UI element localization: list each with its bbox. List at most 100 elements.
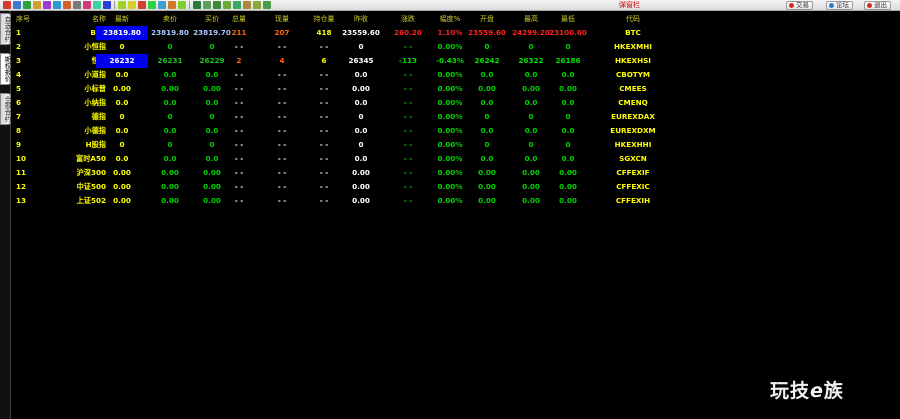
table-row[interactable]: 2 小恒指 0 0 0- -- -- -0- -0.00% 0 0 0 HKEXMHI bbox=[12, 40, 900, 54]
toolbar-tool-icon[interactable] bbox=[83, 1, 91, 9]
toolbar-tool-icon[interactable] bbox=[53, 1, 61, 9]
forum-button[interactable]: 论坛 bbox=[826, 1, 853, 10]
toolbar-tool-icon[interactable] bbox=[3, 1, 11, 9]
cell-code: HKEXMHI bbox=[614, 42, 652, 51]
header-no[interactable]: 序号 bbox=[16, 12, 36, 26]
toolbar-tool-icon[interactable] bbox=[33, 1, 41, 9]
exit-button-label: 退出 bbox=[874, 1, 887, 9]
header-last[interactable]: 最新 bbox=[96, 12, 148, 26]
watermark-text-e: e bbox=[810, 380, 824, 402]
cell-open: 0 bbox=[484, 140, 490, 149]
header-volume[interactable]: 总量 bbox=[219, 12, 259, 26]
header-change[interactable]: 涨跌 bbox=[388, 12, 428, 26]
cell-last: 0.0 bbox=[115, 98, 129, 107]
toolbar-tool-icon[interactable] bbox=[203, 1, 211, 9]
toolbar-tool-icon[interactable] bbox=[223, 1, 231, 9]
cell-prev: 0.00 bbox=[352, 182, 370, 191]
cell-code: CBOTYM bbox=[615, 70, 651, 79]
toolbar-tool-icon[interactable] bbox=[93, 1, 101, 9]
toolbar-tool-icon[interactable] bbox=[253, 1, 261, 9]
cell-no: 6 bbox=[16, 98, 22, 107]
cell-no: 8 bbox=[16, 126, 22, 135]
tab-quotes[interactable]: 期权报价 bbox=[0, 53, 11, 85]
toolbar: 弹窗栏 交易 论坛 退出 bbox=[0, 0, 900, 11]
toolbar-tool-icon[interactable] bbox=[233, 1, 241, 9]
cell-code: EUREXDAX bbox=[611, 112, 655, 121]
cell-open: 0.00 bbox=[478, 168, 496, 177]
trade-button[interactable]: 交易 bbox=[786, 1, 813, 10]
table-row[interactable]: 1BTC23819.8023819.8023819.70211207418235… bbox=[12, 26, 900, 40]
watermark-text-b: 族 bbox=[823, 380, 844, 402]
toolbar-tool-icon[interactable] bbox=[263, 1, 271, 9]
table-row[interactable]: 10 富时A50 0.0 0.0 0.0- -- -- -0.0- -0.00% 0.0 0… bbox=[12, 152, 900, 166]
table-row[interactable]: 5 小标普 0.00 0.00 0.00- -- -- -0.00- -0.00% 0.0… bbox=[12, 82, 900, 96]
cell-last: 0.0 bbox=[115, 154, 129, 163]
cell-open: 0.00 bbox=[478, 84, 496, 93]
table-row[interactable]: 3恒指26232262312622924626345-113-0.43%2624… bbox=[12, 54, 900, 68]
toolbar-tool-icon[interactable] bbox=[128, 1, 136, 9]
cell-sell: 23819.80 bbox=[151, 28, 189, 37]
cell-open: 0.0 bbox=[480, 126, 494, 135]
cell-low: 0 bbox=[565, 42, 571, 51]
toolbar-tool-icon[interactable] bbox=[63, 1, 71, 9]
cell-chg: - - bbox=[403, 112, 413, 121]
cell-sell: 0.0 bbox=[163, 98, 177, 107]
cell-prev: 26345 bbox=[348, 56, 374, 65]
table-row[interactable]: 11 沪深300 0.00 0.00 0.00- -- -- -0.00- -0.00%… bbox=[12, 166, 900, 180]
toolbar-tool-icon[interactable] bbox=[158, 1, 166, 9]
cell-sell: 0.0 bbox=[163, 126, 177, 135]
toolbar-tool-icon[interactable] bbox=[103, 1, 111, 9]
toolbar-tool-icon[interactable] bbox=[138, 1, 146, 9]
cell-last: 23819.80 bbox=[96, 26, 148, 40]
header-prev-close[interactable]: 昨收 bbox=[337, 12, 385, 26]
toolbar-tool-icon[interactable] bbox=[178, 1, 186, 9]
cell-last: 0.0 bbox=[115, 126, 129, 135]
toolbar-tool-icon[interactable] bbox=[213, 1, 221, 9]
cell-prev: 0 bbox=[358, 112, 364, 121]
cell-low: 0.0 bbox=[561, 154, 575, 163]
cell-low: 0.00 bbox=[559, 168, 577, 177]
tab-all-contracts[interactable]: 全部合约 bbox=[0, 93, 11, 125]
toolbar-tool-icon[interactable] bbox=[148, 1, 156, 9]
forum-icon bbox=[829, 3, 834, 8]
cell-low: 26186 bbox=[555, 56, 581, 65]
cell-low: 0.00 bbox=[559, 84, 577, 93]
tab-watchlist[interactable]: 自选合约 bbox=[0, 13, 11, 45]
cell-cur: 207 bbox=[274, 28, 290, 37]
cell-prev: 0 bbox=[358, 42, 364, 51]
exit-button[interactable]: 退出 bbox=[864, 1, 891, 10]
table-row[interactable]: 12 中证500 0.00 0.00 0.00- -- -- -0.00- -0.00%… bbox=[12, 180, 900, 194]
table-row[interactable]: 6 小纳指 0.0 0.0 0.0- -- -- -0.0- -0.00% 0.0 0.0 0… bbox=[12, 96, 900, 110]
cell-cur: - - bbox=[277, 182, 287, 191]
header-open[interactable]: 开盘 bbox=[464, 12, 510, 26]
cell-open: 23559.60 bbox=[468, 28, 506, 37]
toolbar-tool-icon[interactable] bbox=[243, 1, 251, 9]
toolbar-tool-icon[interactable] bbox=[73, 1, 81, 9]
cell-low: 0 bbox=[565, 140, 571, 149]
toolbar-tool-icon[interactable] bbox=[168, 1, 176, 9]
cell-last: 0.00 bbox=[113, 84, 131, 93]
table-row[interactable]: 4 小道指 0.0 0.0 0.0- -- -- -0.0- -0.00% 0.0 0.0 0… bbox=[12, 68, 900, 82]
toolbar-tool-icon[interactable] bbox=[13, 1, 21, 9]
toolbar-tool-icon[interactable] bbox=[118, 1, 126, 9]
cell-sell: 0.00 bbox=[161, 182, 179, 191]
header-current-volume[interactable]: 现量 bbox=[262, 12, 302, 26]
trade-button-label: 交易 bbox=[796, 1, 809, 9]
header-low[interactable]: 最低 bbox=[546, 12, 590, 26]
toolbar-tool-icon[interactable] bbox=[23, 1, 31, 9]
toolbar-tool-icon[interactable] bbox=[43, 1, 51, 9]
header-sell[interactable]: 卖价 bbox=[149, 12, 191, 26]
header-code[interactable]: 代码 bbox=[589, 12, 677, 26]
cell-cur: - - bbox=[277, 112, 287, 121]
cell-chg: - - bbox=[403, 196, 413, 205]
table-row[interactable]: 13 上证502 0.00 0.00 0.00- -- -- -0.00- -0.00%… bbox=[12, 194, 900, 208]
toolbar-tool-icon[interactable] bbox=[193, 1, 201, 9]
cell-sell: 0.00 bbox=[161, 84, 179, 93]
cell-vol: - - bbox=[234, 168, 244, 177]
table-row[interactable]: 7 德指 0 0 0- -- -- -0- -0.00% 0 0 0 EUREXDAX bbox=[12, 110, 900, 124]
table-row[interactable]: 8 小德指 0.0 0.0 0.0- -- -- -0.0- -0.00% 0.0 0.0 0… bbox=[12, 124, 900, 138]
table-row[interactable]: 9 H股指 0 0 0- -- -- -0- -0.00% 0 0 0 HKEXHHI bbox=[12, 138, 900, 152]
cell-code: HKEXHSI bbox=[615, 56, 651, 65]
cell-chg: -113 bbox=[399, 56, 417, 65]
cell-chg: - - bbox=[403, 182, 413, 191]
